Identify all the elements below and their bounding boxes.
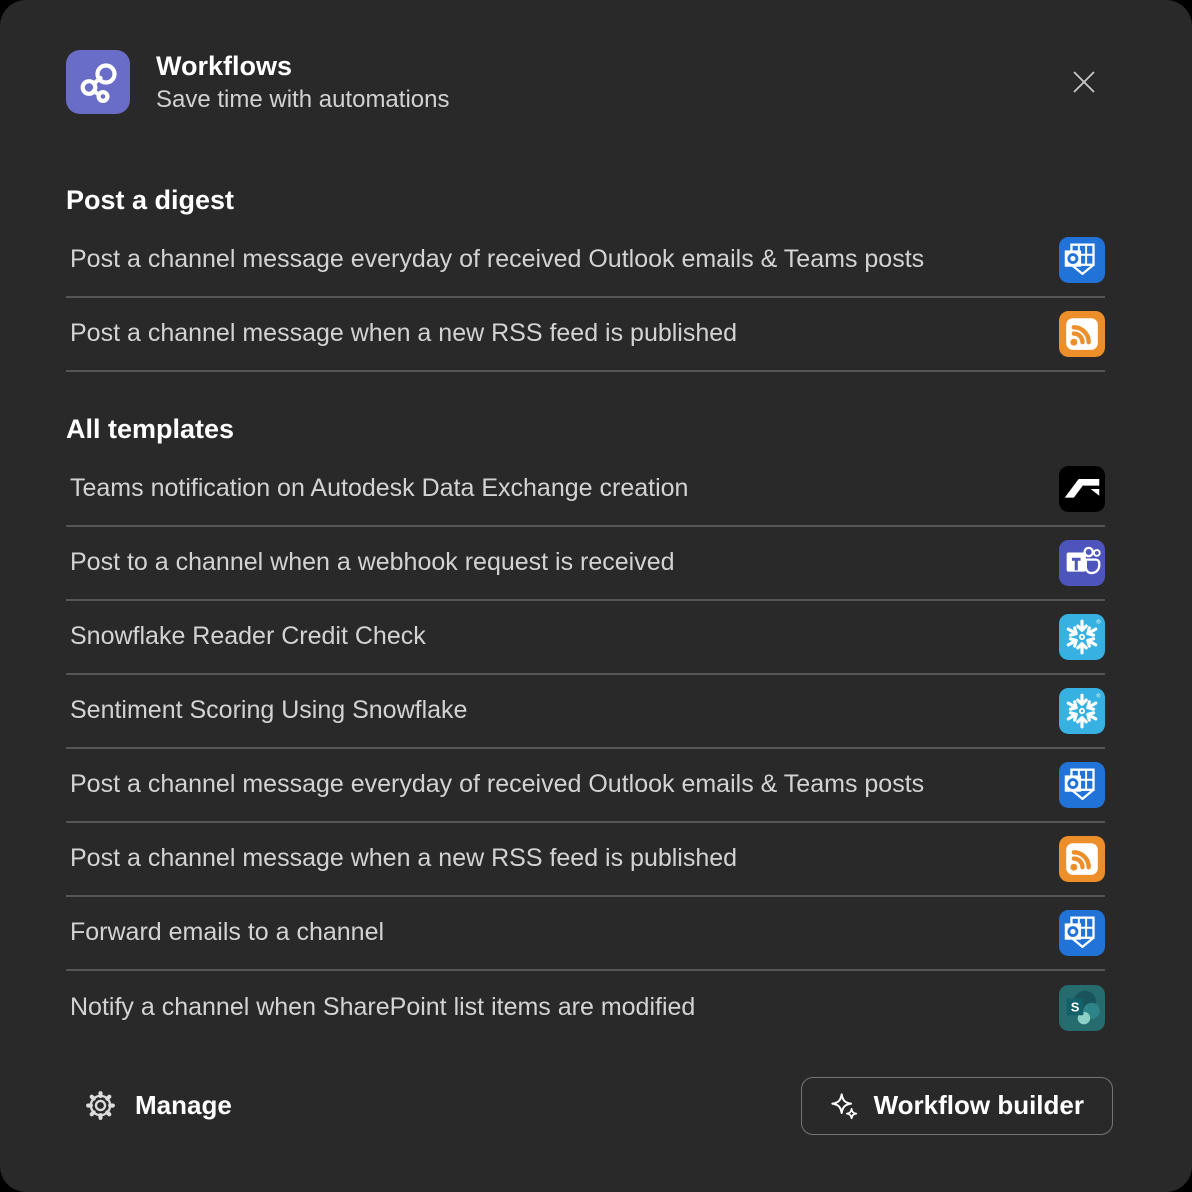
teams-icon xyxy=(1059,540,1105,586)
sharepoint-icon xyxy=(1059,985,1105,1031)
close-button[interactable] xyxy=(1066,64,1102,100)
section-heading-all-templates: All templates xyxy=(66,414,1105,445)
template-row[interactable]: Sentiment Scoring Using Snowflake xyxy=(66,675,1105,749)
template-row[interactable]: Post a channel message when a new RSS fe… xyxy=(66,823,1105,897)
header-text: Workflows Save time with automations xyxy=(156,50,449,115)
template-label: Sentiment Scoring Using Snowflake xyxy=(66,696,467,725)
digest-template-list: Post a channel message everyday of recei… xyxy=(66,224,1105,372)
manage-button[interactable]: Manage xyxy=(84,1089,232,1122)
template-label: Post a channel message when a new RSS fe… xyxy=(66,319,737,348)
template-row[interactable]: Teams notification on Autodesk Data Exch… xyxy=(66,453,1105,527)
workflow-builder-button[interactable]: Workflow builder xyxy=(801,1077,1113,1135)
template-row[interactable]: Post a channel message when a new RSS fe… xyxy=(66,298,1105,372)
template-row[interactable]: Post to a channel when a webhook request… xyxy=(66,527,1105,601)
dialog-title: Workflows xyxy=(156,50,449,84)
template-row[interactable]: Post a channel message everyday of recei… xyxy=(66,749,1105,823)
dialog-content: Post a digest Post a channel message eve… xyxy=(0,185,1192,1045)
template-label: Post to a channel when a webhook request… xyxy=(66,548,675,577)
gear-icon xyxy=(84,1089,117,1122)
workflows-app-icon xyxy=(66,50,130,114)
dialog-header: Workflows Save time with automations xyxy=(0,0,1192,115)
all-templates-list: Teams notification on Autodesk Data Exch… xyxy=(66,453,1105,1045)
sparkles-icon xyxy=(830,1092,858,1120)
template-label: Forward emails to a channel xyxy=(66,918,384,947)
outlook-icon xyxy=(1059,237,1105,283)
section-heading-post-a-digest: Post a digest xyxy=(66,185,1105,216)
manage-label: Manage xyxy=(135,1090,232,1121)
outlook-icon xyxy=(1059,762,1105,808)
autodesk-icon xyxy=(1059,466,1105,512)
rss-icon xyxy=(1059,311,1105,357)
snowflake-icon xyxy=(1059,688,1105,734)
dialog-footer: Manage Workflow builder xyxy=(0,1077,1192,1135)
workflow-icon xyxy=(66,50,130,114)
template-label: Post a channel message everyday of recei… xyxy=(66,770,924,799)
close-icon xyxy=(1070,68,1098,96)
snowflake-icon xyxy=(1059,614,1105,660)
template-row[interactable]: Notify a channel when SharePoint list it… xyxy=(66,971,1105,1045)
template-label: Snowflake Reader Credit Check xyxy=(66,622,426,651)
rss-icon xyxy=(1059,836,1105,882)
outlook-icon xyxy=(1059,910,1105,956)
template-label: Notify a channel when SharePoint list it… xyxy=(66,993,695,1022)
template-label: Post a channel message when a new RSS fe… xyxy=(66,844,737,873)
dialog-subtitle: Save time with automations xyxy=(156,84,449,115)
template-label: Post a channel message everyday of recei… xyxy=(66,245,924,274)
workflow-builder-label: Workflow builder xyxy=(874,1090,1084,1121)
template-row[interactable]: Forward emails to a channel xyxy=(66,897,1105,971)
template-label: Teams notification on Autodesk Data Exch… xyxy=(66,474,688,503)
template-row[interactable]: Snowflake Reader Credit Check xyxy=(66,601,1105,675)
template-row[interactable]: Post a channel message everyday of recei… xyxy=(66,224,1105,298)
workflows-dialog: Workflows Save time with automations Pos… xyxy=(0,0,1192,1192)
